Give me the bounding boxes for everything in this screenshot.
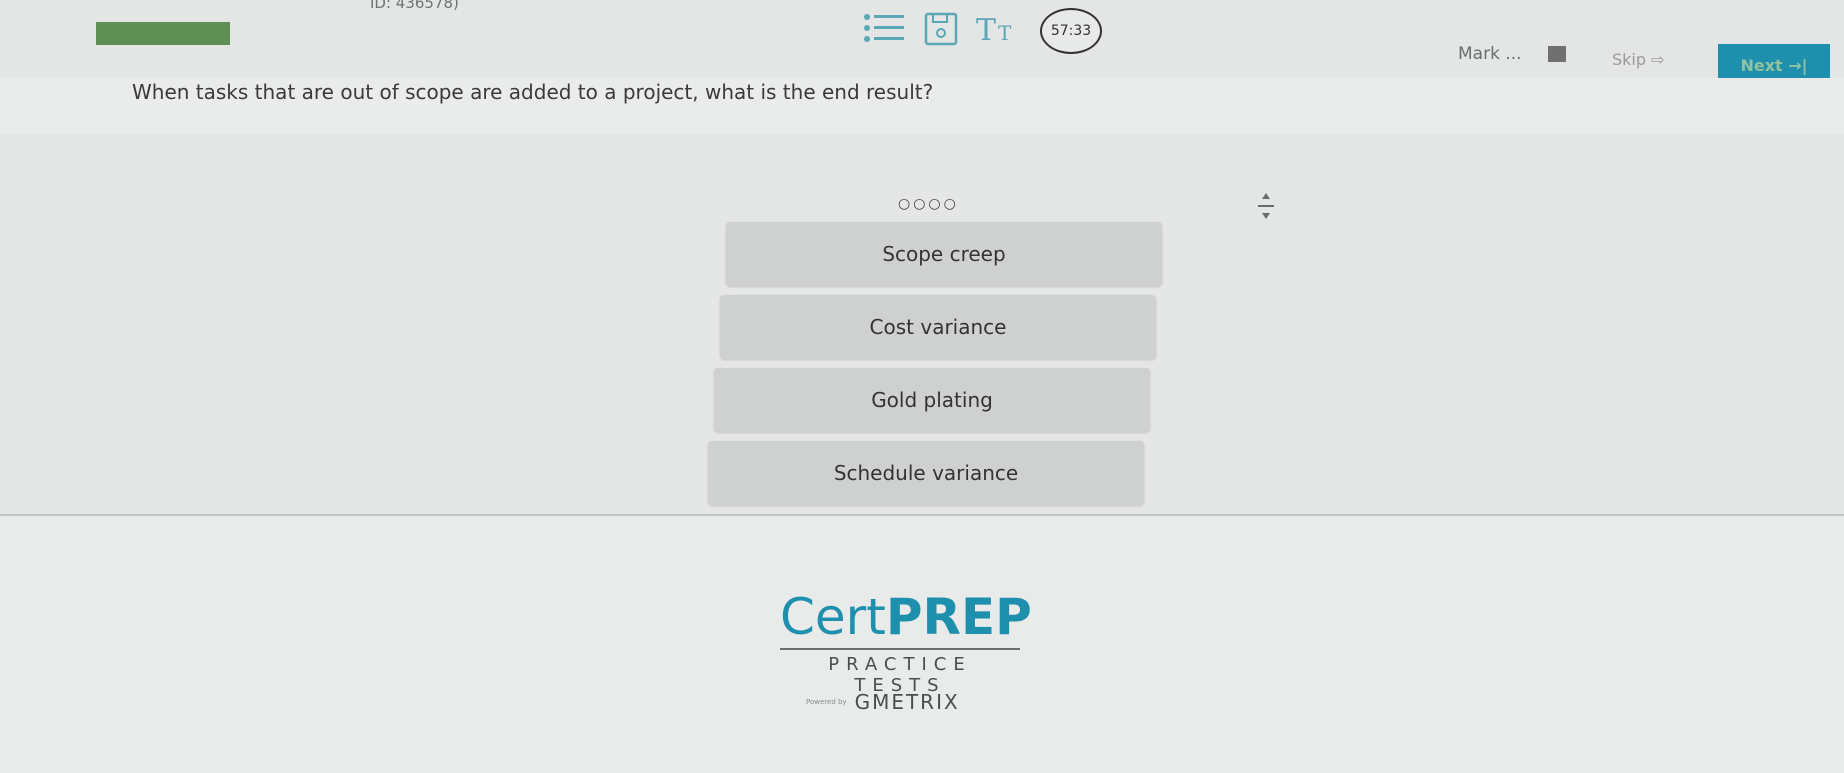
mark-for-review[interactable]: Mark ...: [1458, 44, 1566, 64]
timer-icon: 57:33: [1040, 8, 1102, 54]
mark-checkbox[interactable]: [1547, 46, 1566, 62]
answer-option-scope-creep[interactable]: Scope creep: [726, 222, 1162, 286]
exam-id: ID: 436578): [370, 0, 459, 12]
answer-option-schedule-variance[interactable]: Schedule variance: [708, 441, 1144, 505]
answer-option-gold-plating[interactable]: Gold plating: [714, 368, 1150, 432]
powered-by: Powered by GMETRIX: [806, 690, 960, 714]
svg-text:T: T: [998, 21, 1012, 45]
logo-main: CertPREP: [780, 592, 1032, 642]
top-bar: ID: 436578) T T 57:33 Mark ... Skip ⇨ Ne…: [0, 0, 1844, 86]
list-icon[interactable]: [862, 11, 906, 51]
text-size-icon[interactable]: T T: [976, 12, 1022, 50]
save-icon[interactable]: [924, 12, 958, 50]
drag-handle-icon[interactable]: [1258, 193, 1274, 227]
gmetrix-logo: GMETRIX: [854, 690, 960, 714]
certprep-logo: CertPREP PRACTICE TESTS: [780, 592, 1032, 696]
skip-button[interactable]: Skip ⇨: [1612, 50, 1665, 69]
logo-main-light: Cert: [780, 588, 886, 646]
svg-text:T: T: [976, 13, 996, 46]
progress-bar: [96, 22, 230, 45]
logo-divider: [780, 648, 1020, 650]
pagination-dots: ○○○○: [898, 196, 959, 212]
question-text: When tasks that are out of scope are add…: [132, 80, 934, 104]
toolbar: T T 57:33: [862, 8, 1102, 54]
logo-main-bold: PREP: [885, 588, 1032, 646]
mark-label: Mark ...: [1458, 44, 1522, 64]
answer-option-cost-variance[interactable]: Cost variance: [720, 295, 1156, 359]
powered-by-label: Powered by: [806, 698, 847, 706]
